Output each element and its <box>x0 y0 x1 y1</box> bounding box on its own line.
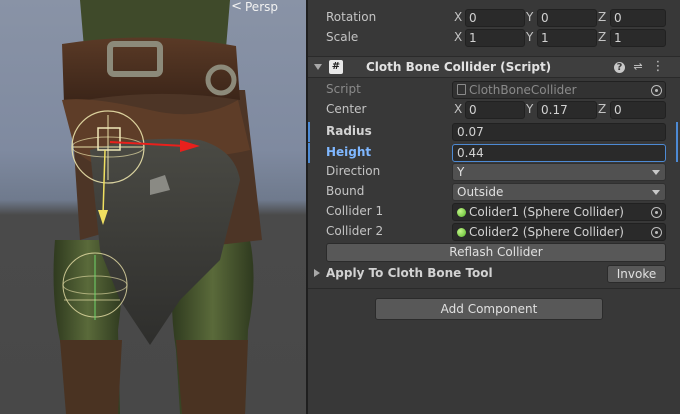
scale-label: Scale <box>326 30 359 44</box>
axis-x-label: X <box>454 10 463 24</box>
context-menu-icon[interactable]: ⋮ <box>651 60 665 74</box>
script-label: Script <box>326 82 361 96</box>
character-model <box>53 0 262 414</box>
object-picker-icon[interactable] <box>651 207 662 218</box>
height-field[interactable]: 0.44 <box>452 144 666 162</box>
direction-value: Y <box>457 165 465 179</box>
axis-x-label: X <box>454 102 463 116</box>
collider2-value: Colider2 (Sphere Collider) <box>469 225 624 239</box>
radius-label: Radius <box>326 124 372 138</box>
axis-y-label: Y <box>526 30 534 44</box>
scale-x-field[interactable]: 1 <box>465 29 525 47</box>
object-picker-icon <box>651 85 662 96</box>
center-label: Center <box>326 102 367 116</box>
collider1-field[interactable]: Colider1 (Sphere Collider) <box>452 203 666 221</box>
collider1-value: Colider1 (Sphere Collider) <box>469 205 624 219</box>
chevron-right-icon[interactable] <box>314 269 320 277</box>
axis-z-label: Z <box>598 102 607 116</box>
presets-icon[interactable]: ⇌ <box>631 60 645 74</box>
rotation-x-field[interactable]: 0 <box>465 9 525 27</box>
apply-tool-label: Apply To Cloth Bone Tool <box>326 266 493 280</box>
axis-z-label: Z <box>598 30 607 44</box>
component-title: Cloth Bone Collider (Script) <box>366 60 552 74</box>
center-x-field[interactable]: 0 <box>465 101 525 119</box>
modified-indicator <box>308 122 310 142</box>
object-picker-icon[interactable] <box>651 227 662 238</box>
scale-row: Scale X 1 Y 1 Z 1 <box>308 28 680 48</box>
script-value: ClothBoneCollider <box>469 83 577 97</box>
component-header[interactable]: # Cloth Bone Collider (Script) ? ⇌ ⋮ <box>308 56 680 78</box>
height-row: Height 0.44 <box>308 143 680 163</box>
reflash-collider-button[interactable]: Reflash Collider <box>326 243 666 262</box>
script-row: Script ClothBoneCollider <box>308 80 680 100</box>
apply-tool-row[interactable]: Apply To Cloth Bone Tool Invoke <box>308 264 680 284</box>
collider1-row: Collider 1 Colider1 (Sphere Collider) <box>308 202 680 222</box>
chevron-down-icon <box>652 170 660 175</box>
collider2-field[interactable]: Colider2 (Sphere Collider) <box>452 223 666 241</box>
add-component-button[interactable]: Add Component <box>375 298 603 320</box>
scene-view[interactable]: < Persp <box>0 0 306 414</box>
axis-y-label: Y <box>526 102 534 116</box>
height-label: Height <box>326 145 372 159</box>
script-file-icon <box>457 84 466 95</box>
scrollbar-highlight <box>676 122 678 162</box>
bound-row: Bound Outside <box>308 182 680 202</box>
center-y-field[interactable]: 0.17 <box>537 101 597 119</box>
collider2-row: Collider 2 Colider2 (Sphere Collider) <box>308 222 680 242</box>
radius-row: Radius 0.07 <box>308 122 680 142</box>
script-field: ClothBoneCollider <box>452 81 666 99</box>
bound-label: Bound <box>326 184 365 198</box>
scale-y-field[interactable]: 1 <box>537 29 597 47</box>
rotation-row: Rotation X 0 Y 0 Z 0 <box>308 8 680 28</box>
modified-indicator <box>308 143 310 163</box>
collider1-label: Collider 1 <box>326 204 384 218</box>
projection-toggle[interactable]: < Persp <box>231 0 278 14</box>
axis-x-label: X <box>454 30 463 44</box>
scale-z-field[interactable]: 1 <box>610 29 666 47</box>
center-z-field[interactable]: 0 <box>610 101 666 119</box>
sphere-collider-icon <box>457 228 466 237</box>
axis-z-label: Z <box>598 10 607 24</box>
foldout-arrow-icon[interactable] <box>314 64 322 70</box>
center-row: Center X 0 Y 0.17 Z 0 <box>308 100 680 120</box>
help-icon[interactable]: ? <box>614 62 625 73</box>
radius-field[interactable]: 0.07 <box>452 123 666 141</box>
section-divider <box>308 288 680 289</box>
direction-label: Direction <box>326 164 381 178</box>
axis-y-label: Y <box>526 10 534 24</box>
bound-value: Outside <box>457 185 504 199</box>
perspective-icon: < <box>231 0 242 14</box>
rotation-z-field[interactable]: 0 <box>610 9 666 27</box>
direction-dropdown[interactable]: Y <box>452 163 666 181</box>
invoke-button[interactable]: Invoke <box>607 265 666 283</box>
collider2-label: Collider 2 <box>326 224 384 238</box>
chevron-down-icon <box>652 190 660 195</box>
inspector-panel: Rotation X 0 Y 0 Z 0 Scale X 1 Y 1 Z 1 #… <box>308 0 680 414</box>
projection-label: Persp <box>245 0 278 14</box>
sphere-collider-icon <box>457 208 466 217</box>
direction-row: Direction Y <box>308 162 680 182</box>
rotation-y-field[interactable]: 0 <box>537 9 597 27</box>
rotation-label: Rotation <box>326 10 377 24</box>
bound-dropdown[interactable]: Outside <box>452 183 666 201</box>
script-component-icon: # <box>329 60 343 74</box>
